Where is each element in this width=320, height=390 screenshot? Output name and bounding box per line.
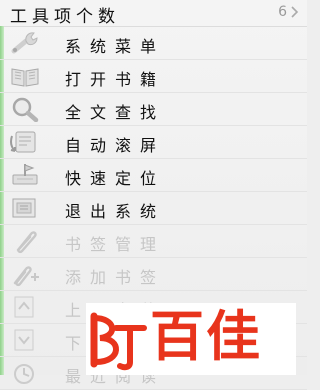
open-book-icon <box>11 68 39 87</box>
tool-item-full-text-search[interactable]: 全文查找 <box>0 93 307 126</box>
exit-icon <box>12 198 36 218</box>
item-label: 添加书签 <box>65 268 166 287</box>
panel-header[interactable]: 工具项个数 6 <box>0 0 307 27</box>
item-label: 退出系统 <box>65 202 166 221</box>
magnifier-icon <box>12 97 39 122</box>
item-label: 书签管理 <box>65 235 166 254</box>
chevron-right-icon[interactable] <box>291 4 299 20</box>
recent-icon <box>14 364 34 384</box>
watermark-logo-text: 百佳 <box>150 305 262 368</box>
item-label: 快速定位 <box>65 169 166 188</box>
previous-chapter-icon <box>14 296 34 318</box>
locate-icon <box>12 164 38 185</box>
header-title: 工具项个数 <box>10 7 120 27</box>
add-bookmark-icon <box>13 266 39 287</box>
next-chapter-icon <box>14 329 34 351</box>
paperclip-icon <box>16 231 37 254</box>
tool-item-bookmark-manage[interactable]: 书签管理 <box>0 225 307 258</box>
item-label: 自动滚屏 <box>65 136 166 155</box>
tool-item-add-bookmark[interactable]: 添加书签 <box>0 258 307 291</box>
tool-item-quick-locate[interactable]: 快速定位 <box>0 159 307 192</box>
tool-item-system-menu[interactable]: 系统菜单 <box>0 27 307 60</box>
wrench-icon <box>11 32 38 54</box>
tool-item-auto-scroll[interactable]: 自动滚屏 <box>0 126 307 159</box>
tool-item-open-book[interactable]: 打开书籍 <box>0 60 307 93</box>
item-label: 系统菜单 <box>65 37 166 56</box>
auto-scroll-icon <box>10 131 36 153</box>
tool-item-exit-system[interactable]: 退出系统 <box>0 192 307 225</box>
item-label: 打开书籍 <box>65 70 166 89</box>
item-count-value: 6 <box>278 4 287 20</box>
item-label: 全文查找 <box>65 103 166 122</box>
